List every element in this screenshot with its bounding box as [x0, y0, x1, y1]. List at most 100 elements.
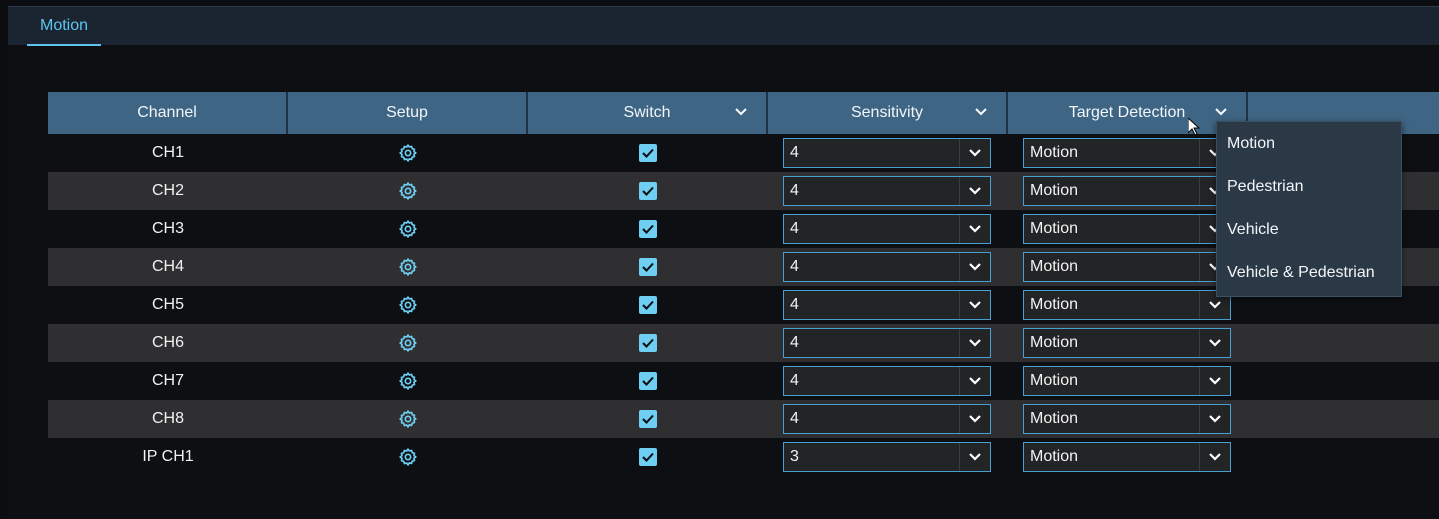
target-detection-select[interactable]: Motion [1023, 442, 1231, 472]
sensitivity-value: 4 [790, 144, 799, 161]
header-sensitivity[interactable]: Sensitivity [768, 92, 1008, 134]
target-cell: Motion [1008, 172, 1248, 210]
dropdown-option-vehicle-pedestrian[interactable]: Vehicle & Pedestrian [1217, 251, 1401, 294]
switch-checkbox[interactable] [639, 144, 657, 162]
sensitivity-value: 4 [790, 258, 799, 275]
select-arrow[interactable] [959, 177, 990, 205]
header-channel-label: Channel [137, 104, 197, 121]
chevron-down-icon [969, 301, 981, 309]
gear-icon[interactable] [398, 219, 418, 239]
chevron-down-icon [1209, 415, 1221, 423]
dropdown-option-motion[interactable]: Motion [1217, 122, 1401, 165]
target-cell: Motion [1008, 362, 1248, 400]
channel-label: CH2 [151, 182, 184, 199]
target-value: Motion [1030, 372, 1079, 389]
sensitivity-cell: 4 [768, 286, 1008, 324]
target-value: Motion [1030, 144, 1079, 161]
target-cell: Motion [1008, 438, 1248, 476]
table-row: CH6 4 Motion [48, 324, 1439, 362]
chevron-down-icon [969, 187, 981, 195]
checkmark-icon [642, 338, 654, 348]
checkmark-icon [642, 300, 654, 310]
sensitivity-select[interactable]: 4 [783, 214, 991, 244]
select-arrow[interactable] [959, 215, 990, 243]
select-arrow[interactable] [959, 367, 990, 395]
chevron-down-icon [1209, 377, 1221, 385]
select-arrow[interactable] [959, 291, 990, 319]
gear-icon[interactable] [398, 409, 418, 429]
select-arrow[interactable] [1199, 443, 1230, 471]
setup-cell [288, 210, 528, 248]
select-arrow[interactable] [959, 139, 990, 167]
switch-checkbox[interactable] [639, 296, 657, 314]
gear-icon[interactable] [398, 447, 418, 467]
chevron-down-icon[interactable] [734, 105, 748, 119]
chevron-down-icon [969, 263, 981, 271]
header-setup-label: Setup [386, 104, 428, 121]
switch-checkbox[interactable] [639, 334, 657, 352]
table-row: CH8 4 Motion [48, 400, 1439, 438]
sensitivity-select[interactable]: 4 [783, 290, 991, 320]
dropdown-option-pedestrian[interactable]: Pedestrian [1217, 165, 1401, 208]
sensitivity-cell: 4 [768, 172, 1008, 210]
channel-cell: CH8 [48, 400, 288, 438]
target-cell: Motion [1008, 400, 1248, 438]
gear-icon[interactable] [398, 371, 418, 391]
header-switch[interactable]: Switch [528, 92, 768, 134]
sensitivity-select[interactable]: 4 [783, 176, 991, 206]
target-detection-select[interactable]: Motion [1023, 366, 1231, 396]
sensitivity-select[interactable]: 4 [783, 138, 991, 168]
switch-checkbox[interactable] [639, 372, 657, 390]
select-arrow[interactable] [959, 329, 990, 357]
target-value: Motion [1030, 410, 1079, 427]
header-setup: Setup [288, 92, 528, 134]
chevron-down-icon [1209, 453, 1221, 461]
select-arrow[interactable] [1199, 367, 1230, 395]
checkmark-icon [642, 262, 654, 272]
sensitivity-select[interactable]: 3 [783, 442, 991, 472]
gear-icon[interactable] [398, 257, 418, 277]
switch-cell [528, 286, 768, 324]
sensitivity-select[interactable]: 4 [783, 252, 991, 282]
switch-checkbox[interactable] [639, 258, 657, 276]
empty-cell [1248, 324, 1439, 362]
target-detection-select[interactable]: Motion [1023, 252, 1231, 282]
target-detection-select[interactable]: Motion [1023, 404, 1231, 434]
select-arrow[interactable] [959, 443, 990, 471]
target-detection-select[interactable]: Motion [1023, 138, 1231, 168]
sensitivity-cell: 4 [768, 248, 1008, 286]
tab-motion[interactable]: Motion [27, 7, 101, 45]
sensitivity-cell: 4 [768, 400, 1008, 438]
target-detection-select[interactable]: Motion [1023, 176, 1231, 206]
select-arrow[interactable] [1199, 329, 1230, 357]
sensitivity-select[interactable]: 4 [783, 404, 991, 434]
target-value: Motion [1030, 448, 1079, 465]
target-detection-select[interactable]: Motion [1023, 214, 1231, 244]
gear-icon[interactable] [398, 333, 418, 353]
channel-cell: CH7 [48, 362, 288, 400]
channel-label: CH3 [151, 220, 184, 237]
gear-icon[interactable] [398, 143, 418, 163]
chevron-down-icon[interactable] [974, 105, 988, 119]
switch-checkbox[interactable] [639, 220, 657, 238]
target-detection-select[interactable]: Motion [1023, 290, 1231, 320]
select-arrow[interactable] [959, 253, 990, 281]
header-target-detection[interactable]: Target Detection [1008, 92, 1248, 134]
select-arrow[interactable] [959, 405, 990, 433]
switch-checkbox[interactable] [639, 182, 657, 200]
header-channel: Channel [48, 92, 288, 134]
header-switch-label: Switch [623, 104, 671, 121]
target-detection-select[interactable]: Motion [1023, 328, 1231, 358]
chevron-down-icon[interactable] [1214, 105, 1228, 119]
channel-label: CH8 [151, 410, 184, 427]
select-arrow[interactable] [1199, 405, 1230, 433]
switch-checkbox[interactable] [639, 410, 657, 428]
gear-icon[interactable] [398, 181, 418, 201]
sensitivity-select[interactable]: 4 [783, 328, 991, 358]
dropdown-option-vehicle[interactable]: Vehicle [1217, 208, 1401, 251]
target-value: Motion [1030, 296, 1079, 313]
switch-cell [528, 438, 768, 476]
sensitivity-select[interactable]: 4 [783, 366, 991, 396]
switch-checkbox[interactable] [639, 448, 657, 466]
gear-icon[interactable] [398, 295, 418, 315]
